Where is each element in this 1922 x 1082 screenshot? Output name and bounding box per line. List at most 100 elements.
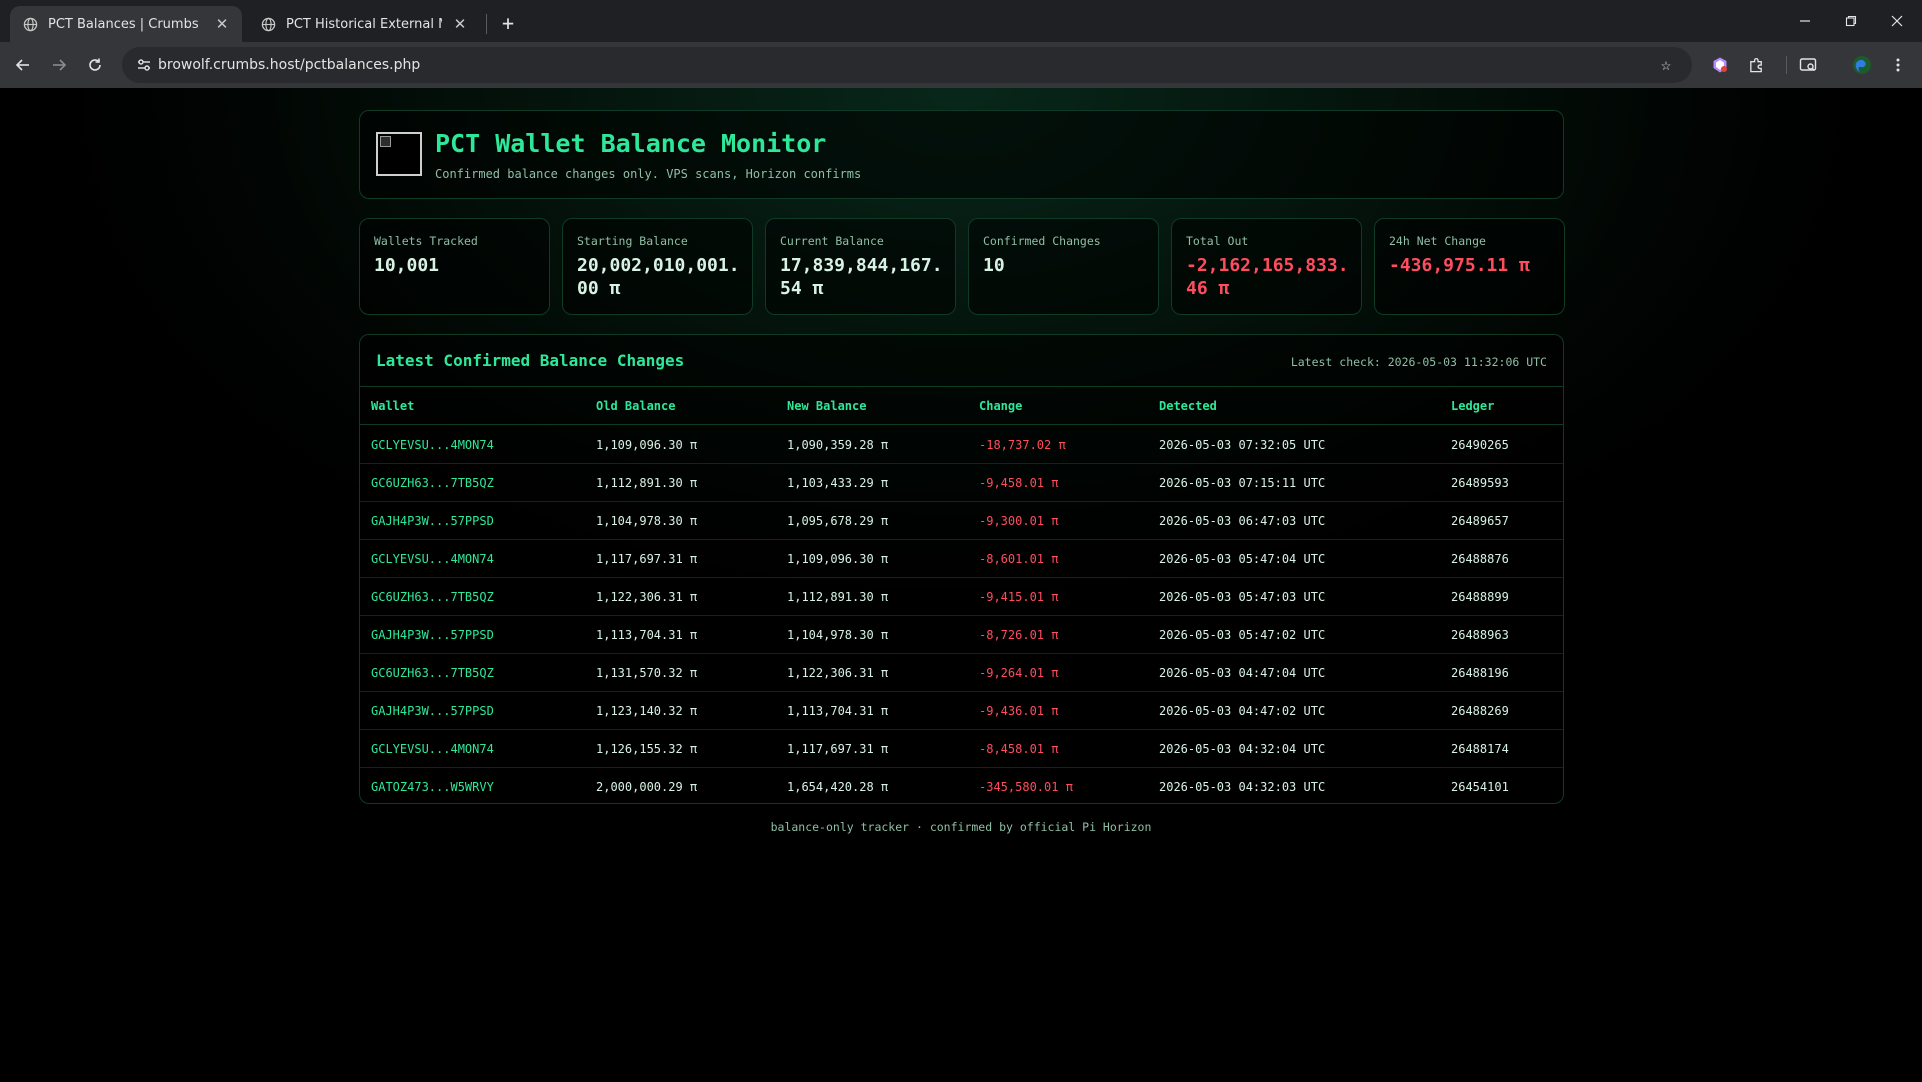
extension-shield-icon[interactable] (1706, 51, 1734, 79)
restore-icon[interactable] (1828, 0, 1874, 42)
url-text[interactable]: browolf.crumbs.host/pctbalances.php (158, 47, 420, 83)
globe-icon (260, 16, 276, 32)
new-balance-cell: 1,122,306.31 π (787, 666, 889, 680)
table-row[interactable]: GCLYEVSU...4MON74 1,117,697.31 π 1,109,096… (360, 540, 1563, 578)
extensions-puzzle-icon[interactable] (1742, 51, 1770, 79)
ledger-cell: 26488196 (1451, 666, 1509, 680)
old-balance-cell: 1,117,697.31 π (596, 552, 698, 566)
new-balance-cell: 1,103,433.29 π (787, 476, 889, 490)
logo-image-placeholder (376, 132, 422, 176)
table-row[interactable]: GCLYEVSU...4MON74 1,109,096.30 π 1,090,359… (360, 426, 1563, 464)
table-body: GCLYEVSU...4MON74 1,109,096.30 π 1,090,359… (360, 426, 1563, 806)
detected-cell: 2026-05-03 07:15:11 UTC (1159, 476, 1326, 490)
table-row[interactable]: GC6UZH63...7TB5QZ 1,112,891.30 π 1,103,433… (360, 464, 1563, 502)
ledger-cell: 26488174 (1451, 742, 1509, 756)
new-balance-cell: 1,117,697.31 π (787, 742, 889, 756)
new-balance-cell: 1,090,359.28 π (787, 438, 889, 452)
ledger-cell: 26489657 (1451, 514, 1509, 528)
new-balance-cell: 1,113,704.31 π (787, 704, 889, 718)
reload-icon[interactable] (80, 50, 110, 80)
detected-cell: 2026-05-03 04:47:04 UTC (1159, 666, 1326, 680)
new-balance-cell: 1,654,420.28 π (787, 780, 889, 794)
minimize-icon[interactable] (1782, 0, 1828, 42)
stat-value: -2,162,165,833.46 π (1186, 255, 1349, 299)
stat-value: 10,001 (374, 255, 440, 276)
wallet-cell: GC6UZH63...7TB5QZ (371, 590, 494, 604)
old-balance-cell: 1,109,096.30 π (596, 438, 698, 452)
detected-cell: 2026-05-03 05:47:03 UTC (1159, 590, 1326, 604)
column-header-new-balance: New Balance (787, 399, 867, 413)
ledger-cell: 26488876 (1451, 552, 1509, 566)
column-header-wallet: Wallet (371, 399, 415, 413)
change-cell: -9,264.01 π (979, 666, 1059, 680)
browser-chrome: PCT Balances | Crumbs ✕ PCT Historical E… (0, 0, 1922, 88)
detected-cell: 2026-05-03 04:47:02 UTC (1159, 704, 1326, 718)
wallet-cell: GAJH4P3W...57PPSD (371, 514, 494, 528)
site-settings-icon[interactable] (130, 51, 158, 79)
bookmark-star-icon[interactable]: ☆ (1652, 51, 1680, 79)
table-title: Latest Confirmed Balance Changes (376, 351, 685, 370)
new-balance-cell: 1,095,678.29 π (787, 514, 889, 528)
browser-toolbar: browolf.crumbs.host/pctbalances.php ☆ (0, 42, 1922, 88)
stat-label: Starting Balance (577, 234, 688, 248)
detected-cell: 2026-05-03 04:32:03 UTC (1159, 780, 1326, 794)
table-row[interactable]: GATOZ473...W5WRVY 2,000,000.29 π 1,654,420… (360, 768, 1563, 806)
change-cell: -18,737.02 π (979, 438, 1066, 452)
close-window-icon[interactable] (1874, 0, 1920, 42)
change-cell: -8,601.01 π (979, 552, 1059, 566)
new-balance-cell: 1,104,978.30 π (787, 628, 889, 642)
close-tab-icon[interactable]: ✕ (214, 15, 230, 33)
column-header-change: Change (979, 399, 1023, 413)
table-row[interactable]: GAJH4P3W...57PPSD 1,123,140.32 π 1,113,704… (360, 692, 1563, 730)
ledger-cell: 26488899 (1451, 590, 1509, 604)
new-balance-cell: 1,112,891.30 π (787, 590, 889, 604)
old-balance-cell: 2,000,000.29 π (596, 780, 698, 794)
change-cell: -9,300.01 π (979, 514, 1059, 528)
tab-pct-balances[interactable]: PCT Balances | Crumbs ✕ (10, 6, 242, 42)
table-row[interactable]: GAJH4P3W...57PPSD 1,104,978.30 π 1,095,678… (360, 502, 1563, 540)
detected-cell: 2026-05-03 05:47:02 UTC (1159, 628, 1326, 642)
change-cell: -9,458.01 π (979, 476, 1059, 490)
stat-value: -436,975.11 π (1389, 255, 1530, 276)
stat-card-starting-balance: Starting Balance 20,002,010,001.00 π (562, 218, 753, 315)
new-tab-icon[interactable]: + (494, 9, 522, 37)
stat-label: Current Balance (780, 234, 884, 248)
wallet-cell: GAJH4P3W...57PPSD (371, 704, 494, 718)
change-cell: -8,726.01 π (979, 628, 1059, 642)
table-row[interactable]: GCLYEVSU...4MON74 1,126,155.32 π 1,117,697… (360, 730, 1563, 768)
tab-title: PCT Balances | Crumbs (48, 16, 199, 32)
toolbar-separator (1786, 56, 1787, 74)
detected-cell: 2026-05-03 06:47:03 UTC (1159, 514, 1326, 528)
forward-icon[interactable] (44, 50, 74, 80)
footer-text: balance-only tracker · confirmed by offi… (770, 820, 1152, 834)
change-cell: -8,458.01 π (979, 742, 1059, 756)
close-tab-icon[interactable]: ✕ (452, 15, 468, 33)
detected-cell: 2026-05-03 07:32:05 UTC (1159, 438, 1326, 452)
wallet-cell: GC6UZH63...7TB5QZ (371, 476, 494, 490)
wallet-cell: GC6UZH63...7TB5QZ (371, 666, 494, 680)
table-row[interactable]: GAJH4P3W...57PPSD 1,113,704.31 π 1,104,978… (360, 616, 1563, 654)
wallet-cell: GATOZ473...W5WRVY (371, 780, 494, 794)
detected-cell: 2026-05-03 05:47:04 UTC (1159, 552, 1326, 566)
wallet-cell: GAJH4P3W...57PPSD (371, 628, 494, 642)
tab-search-icon[interactable] (1794, 51, 1822, 79)
page-subtitle: Confirmed balance changes only. VPS scan… (435, 167, 862, 181)
profile-avatar-icon[interactable] (1848, 51, 1876, 79)
stat-value: 17,839,844,167.54 π (780, 255, 943, 299)
stat-card-total-out: Total Out -2,162,165,833.46 π (1171, 218, 1362, 315)
stat-value: 10 (983, 255, 1005, 276)
tab-pct-historical[interactable]: PCT Historical External Movements ✕ (248, 6, 480, 42)
column-header-old-balance: Old Balance (596, 399, 676, 413)
stat-label: Wallets Tracked (374, 234, 478, 248)
wallet-cell: GCLYEVSU...4MON74 (371, 552, 494, 566)
table-row[interactable]: GC6UZH63...7TB5QZ 1,131,570.32 π 1,122,306… (360, 654, 1563, 692)
change-cell: -9,415.01 π (979, 590, 1059, 604)
back-icon[interactable] (8, 50, 38, 80)
menu-kebab-icon[interactable] (1884, 51, 1912, 79)
table-row[interactable]: GC6UZH63...7TB5QZ 1,122,306.31 π 1,112,891… (360, 578, 1563, 616)
ledger-cell: 26489593 (1451, 476, 1509, 490)
address-bar[interactable]: browolf.crumbs.host/pctbalances.php ☆ (122, 47, 1692, 83)
detected-cell: 2026-05-03 04:32:04 UTC (1159, 742, 1326, 756)
old-balance-cell: 1,112,891.30 π (596, 476, 698, 490)
stat-card-wallets-tracked: Wallets Tracked 10,001 (359, 218, 550, 315)
